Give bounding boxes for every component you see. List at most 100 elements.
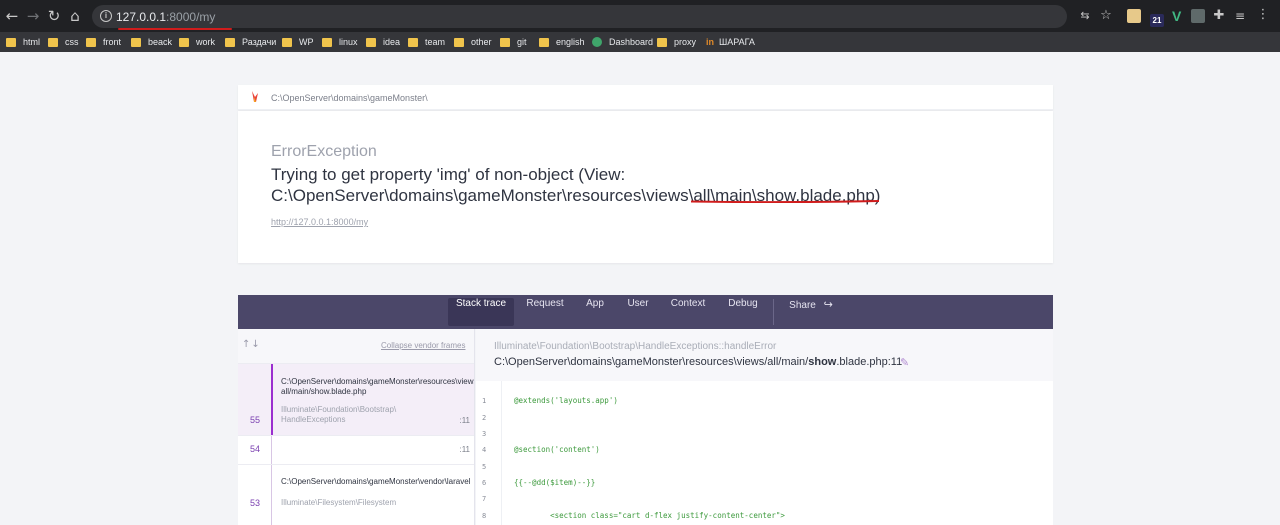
folder-icon [48,37,58,47]
bookmark-label: Dashboard [609,37,654,47]
file-path-prefix: C:\OpenServer\domains\gameMonster\resour… [494,356,809,368]
frame-class-line1: Illuminate\Foundation\Bootstrap\ [281,405,397,414]
home-icon[interactable]: ⌂ [66,7,84,25]
bookmark-sharaga[interactable]: in ШАРАГА [706,35,755,49]
tab-stack-trace[interactable]: Stack trace [448,298,514,326]
reload-icon[interactable]: ↻ [45,7,63,25]
folder-icon [86,37,96,47]
bookmark-label: proxy [674,37,697,47]
line-number: 2 [482,414,487,422]
frame-file-path: C:\OpenServer\domains\gameMonster\resour… [494,356,902,368]
exception-message: Trying to get property 'img' of non-obje… [271,164,1031,206]
url-path: :8000/my [166,10,216,24]
frame-class-method: Illuminate\Foundation\Bootstrap\HandleEx… [494,341,777,352]
code-line: @section('content') [514,445,600,454]
extension-cat-icon[interactable] [1127,9,1141,23]
tab-context[interactable]: Context [666,298,710,326]
line-number: 1 [482,397,487,405]
extension-badge: 21 [1152,16,1162,25]
frame-file-line1: C:\OpenServer\domains\gameMonster\resour… [281,377,475,386]
error-summary: ErrorException Trying to get property 'i… [238,111,1053,263]
bookmark-work[interactable]: work [179,35,215,49]
exception-message-line2: C:\OpenServer\domains\gameMonster\resour… [271,186,881,205]
tab-share[interactable]: Share ↪ [786,298,836,326]
folder-icon [500,37,510,47]
bookmark-razdachi[interactable]: Раздачи [225,35,276,49]
bookmark-git[interactable]: git [500,35,527,49]
bookmark-proxy[interactable]: proxy [657,35,696,49]
stack-frame-54[interactable]: 54 :11 [238,435,474,464]
code-line: {{--@dd($item)--}} [514,478,596,487]
folder-icon [6,37,16,47]
translate-icon[interactable]: ⇆ [1076,7,1094,25]
code-header: Illuminate\Foundation\Bootstrap\HandleEx… [476,329,1053,381]
tab-request[interactable]: Request [520,298,570,326]
bookmark-english[interactable]: english [539,35,585,49]
bookmark-beack[interactable]: beack [131,35,172,49]
line-gutter [476,381,502,525]
frame-number: 55 [250,415,261,425]
edit-pencil-icon[interactable]: ✎ [900,356,909,369]
stack-scrollbar[interactable] [474,364,475,525]
bookmark-idea[interactable]: idea [366,35,400,49]
sharaga-icon: in [706,37,714,47]
tab-user[interactable]: User [622,298,654,326]
address-bar[interactable]: i 127.0.0.1:8000/my ⇆ ☆ [92,5,1112,28]
bookmark-front[interactable]: front [86,35,121,49]
collapse-vendor-frames-link[interactable]: Collapse vendor frames [381,341,465,350]
bookmark-wp[interactable]: WP [282,35,314,49]
line-number: 7 [482,495,487,503]
bookmark-label: git [517,37,527,47]
request-url-link[interactable]: http://127.0.0.1:8000/my [271,217,368,227]
sort-arrows-icon[interactable]: ↑↓ [242,339,261,350]
bookmark-css[interactable]: css [48,35,79,49]
bookmark-label: team [425,37,446,47]
bookmark-star-icon[interactable]: ☆ [1097,7,1115,25]
folder-icon [282,37,292,47]
file-path-suffix: .blade.php:11 [836,356,903,368]
extension-grid-icon[interactable] [1191,9,1205,23]
tab-debug[interactable]: Debug [722,298,764,326]
frame-rail [271,436,272,464]
bookmark-html[interactable]: html [6,35,40,49]
bookmark-team[interactable]: team [408,35,445,49]
frame-file-line2: all/main/show.blade.php [281,387,367,396]
bookmark-linux[interactable]: linux [322,35,358,49]
tab-share-label: Share [789,300,816,311]
tab-app[interactable]: App [580,298,610,326]
exception-class: ErrorException [271,143,377,160]
url-host: 127.0.0.1 [116,10,167,24]
reading-list-icon[interactable]: ≡ [1231,7,1249,25]
message-annotation-underline [691,200,879,203]
menu-dots-icon[interactable]: ⋮ [1254,6,1272,24]
bookmark-label: english [556,37,585,47]
bookmark-label: idea [383,37,401,47]
frame-number: 53 [250,498,261,508]
folder-icon [179,37,189,47]
stack-frame-55[interactable]: C:\OpenServer\domains\gameMonster\resour… [238,363,474,435]
code-line: <section class="cart d-flex justify-cont… [514,511,785,520]
bookmark-label: ШАРАГА [719,37,755,47]
extension-calendar-icon[interactable]: 21 [1150,14,1164,27]
frame-class-line2: HandleExceptions [281,415,346,424]
back-icon[interactable]: ← [3,7,21,25]
folder-icon [366,37,376,47]
extensions-puzzle-icon[interactable]: ✚ [1210,7,1228,25]
vue-devtools-icon[interactable]: V [1172,9,1186,23]
forward-icon[interactable]: → [24,7,42,25]
frame-line-number: :11 [459,445,470,454]
file-path-name: show [808,356,837,368]
project-root-path: C:\OpenServer\domains\gameMonster\ [271,93,428,103]
report-tabs: Stack trace Request App User Context Deb… [238,295,1053,329]
error-header-bar: C:\OpenServer\domains\gameMonster\ [238,85,1053,110]
folder-icon [408,37,418,47]
stack-frame-53[interactable]: C:\OpenServer\domains\gameMonster\vendor… [238,464,474,525]
info-icon[interactable]: i [100,10,112,22]
folder-icon [322,37,332,47]
bookmark-dashboard[interactable]: Dashboard [592,35,653,49]
frame-line-number: :11 [459,416,470,425]
bookmark-label: front [103,37,122,47]
url-text[interactable]: 127.0.0.1:8000/my [116,10,215,24]
folder-icon [539,37,549,47]
bookmark-other[interactable]: other [454,35,492,49]
